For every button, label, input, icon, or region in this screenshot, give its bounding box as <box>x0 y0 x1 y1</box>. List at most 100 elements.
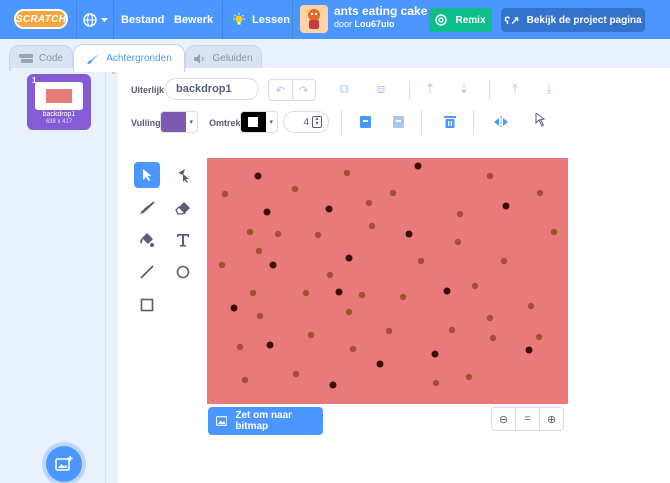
fill-swatch <box>161 112 186 132</box>
costume-size: 638 x 417 <box>45 119 73 125</box>
author-name[interactable]: Lou67uio <box>355 19 395 29</box>
line-tool[interactable] <box>134 259 160 285</box>
tutorials-menu[interactable]: Lessen <box>232 0 290 39</box>
stepper-icon[interactable]: ▴ ▾ <box>312 116 322 128</box>
dot <box>274 230 282 238</box>
backward-icon[interactable]: ⇣ <box>455 80 473 98</box>
stroke-width-value: 4 <box>303 116 309 128</box>
lightbulb-icon <box>233 12 245 24</box>
dot <box>417 257 425 265</box>
scroll-up-icon[interactable]: ⌃ <box>110 71 117 80</box>
zoom-in-icon[interactable]: ⊕ <box>539 408 563 430</box>
outline-color-picker[interactable]: ▾ <box>240 111 278 133</box>
globe-icon <box>83 12 108 27</box>
dot <box>325 205 333 213</box>
menu-divider <box>222 0 223 39</box>
dot <box>443 287 451 295</box>
code-icon <box>19 53 34 63</box>
remix-button[interactable]: Remix <box>429 8 492 32</box>
dot <box>448 326 456 334</box>
costume-item-backdrop1[interactable]: 1 backdrop1 638 x 417 <box>27 74 91 130</box>
dot <box>335 288 343 296</box>
fill-tool[interactable] <box>134 227 160 253</box>
text-tool[interactable] <box>170 227 196 253</box>
costume-name-input[interactable]: backdrop1 <box>165 78 259 100</box>
stroke-width-input[interactable]: 4 ▴ ▾ <box>283 111 329 133</box>
select-tool[interactable] <box>134 162 160 188</box>
dot <box>314 231 322 239</box>
toolbar-divider <box>409 80 410 100</box>
circle-tool[interactable] <box>170 259 196 285</box>
dot <box>502 202 510 210</box>
undo-redo-group: ↶ ↷ <box>268 79 316 101</box>
delete-icon[interactable] <box>441 113 459 131</box>
copy-icon[interactable] <box>356 113 374 131</box>
flip-vertical-icon[interactable] <box>530 112 548 130</box>
language-menu[interactable] <box>83 0 109 39</box>
flip-horizontal-icon[interactable] <box>492 113 510 131</box>
scratch-logo[interactable]: SCRATCH <box>14 9 68 29</box>
rectangle-tool[interactable] <box>134 292 160 318</box>
remix-label: Remix <box>455 14 486 26</box>
costume-thumbnail <box>35 82 83 110</box>
line-icon <box>140 265 154 279</box>
add-image-icon <box>55 456 73 471</box>
edit-menu[interactable]: Bewerk <box>174 0 213 39</box>
eraser-tool[interactable] <box>170 195 196 221</box>
brush-tool[interactable] <box>134 195 160 221</box>
fill-label: Vulling <box>131 118 161 128</box>
zoom-controls: ⊖ = ⊕ <box>491 407 564 431</box>
dot <box>535 333 543 341</box>
group-icon[interactable]: ⧉ <box>335 80 353 98</box>
dot <box>246 228 254 236</box>
reshape-icon <box>178 169 189 183</box>
project-title: ants eating cake <box>334 4 428 18</box>
dot <box>263 208 271 216</box>
dot <box>385 327 393 335</box>
dot <box>489 334 497 342</box>
undo-icon[interactable]: ↶ <box>269 80 293 100</box>
redo-icon[interactable]: ↷ <box>293 80 316 100</box>
project-page-label: Bekijk de project pagina <box>526 14 642 26</box>
ungroup-icon[interactable]: ⧈ <box>372 80 390 98</box>
dot <box>550 228 558 236</box>
paint-canvas[interactable] <box>207 158 568 404</box>
dot <box>486 172 494 180</box>
front-icon[interactable]: ⤒ <box>506 80 524 98</box>
forward-icon[interactable]: ⇡ <box>421 80 439 98</box>
dot <box>527 302 535 310</box>
zoom-out-icon[interactable]: ⊖ <box>492 408 515 430</box>
zoom-reset-button[interactable]: = <box>515 408 539 430</box>
canvas-drawing <box>218 162 558 389</box>
tab-backdrops[interactable]: Achtergronden <box>73 44 185 72</box>
tutorials-label: Lessen <box>252 13 290 26</box>
rectangle-icon <box>140 298 154 312</box>
dot <box>345 254 353 262</box>
dot <box>302 289 310 297</box>
brush-icon <box>140 201 155 214</box>
toolbar-divider <box>489 80 490 100</box>
paste-icon[interactable] <box>389 113 407 131</box>
convert-to-bitmap-button[interactable]: Zet om naar bitmap <box>208 407 323 435</box>
costume-list <box>12 68 106 483</box>
dot <box>349 345 357 353</box>
project-thumbnail <box>300 5 328 33</box>
dot <box>345 308 353 316</box>
file-menu[interactable]: Bestand <box>121 0 164 39</box>
dot <box>254 172 262 180</box>
see-project-page-button[interactable]: ʕ↗ Bekijk de project pagina <box>501 8 645 32</box>
dot <box>368 222 376 230</box>
dot <box>358 291 366 299</box>
author-prefix: door <box>334 19 353 29</box>
fill-color-picker[interactable]: ▾ <box>160 111 198 133</box>
dot <box>536 189 544 197</box>
back-icon[interactable]: ⤓ <box>540 80 558 98</box>
dot <box>236 343 244 351</box>
add-backdrop-button[interactable] <box>46 446 82 482</box>
reshape-tool[interactable] <box>170 162 196 188</box>
paint-bucket-icon <box>140 233 154 247</box>
dot <box>241 376 249 384</box>
menu-divider <box>113 0 114 39</box>
dot <box>266 341 274 349</box>
dot <box>343 169 351 177</box>
